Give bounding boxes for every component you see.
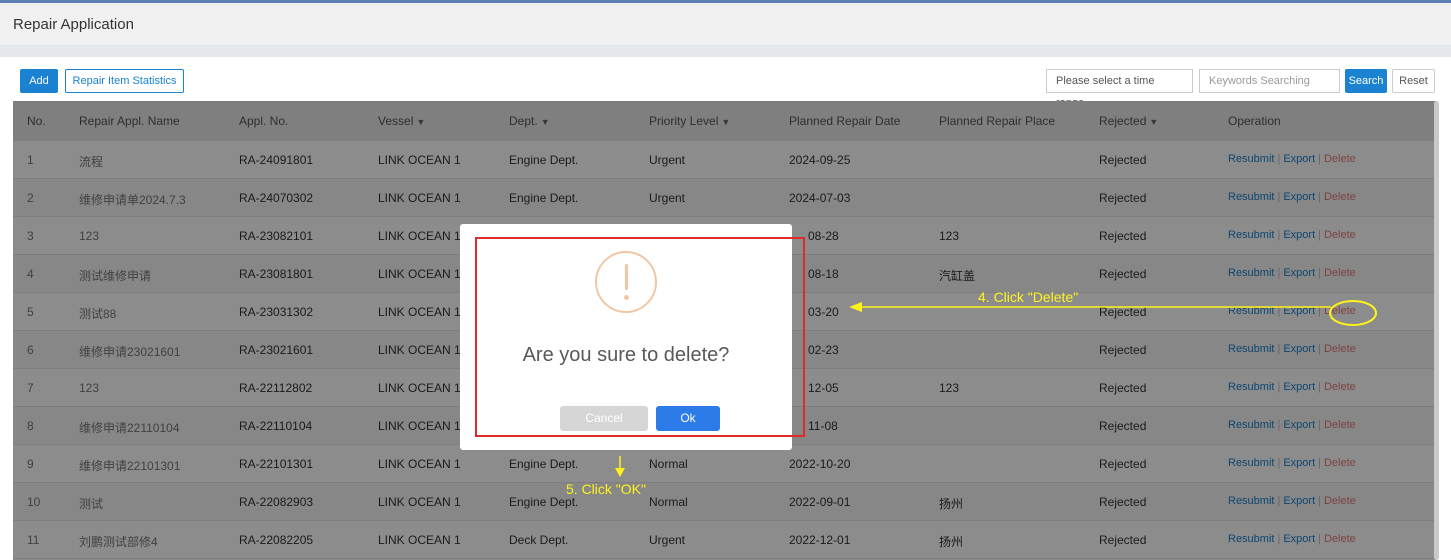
step4-annotation: 4. Click "Delete" — [978, 289, 1079, 305]
reset-button[interactable]: Reset — [1392, 69, 1435, 93]
table-scrollbar[interactable] — [1434, 101, 1439, 560]
repair-item-statistics-button[interactable]: Repair Item Statistics — [65, 69, 184, 93]
search-button[interactable]: Search — [1345, 69, 1387, 93]
page-title: Repair Application — [13, 16, 134, 33]
add-button[interactable]: Add — [20, 69, 58, 93]
header-separator — [0, 45, 1451, 57]
step5-annotation: 5. Click "OK" — [566, 481, 646, 497]
dialog-highlight-box — [475, 237, 805, 437]
time-range-input[interactable]: Please select a time range. — [1046, 69, 1193, 109]
toolbar: Add Repair Item Statistics Please select… — [0, 57, 1451, 109]
page-header: Repair Application — [0, 3, 1451, 45]
keywords-search-input[interactable]: Keywords Searching — [1199, 69, 1340, 93]
